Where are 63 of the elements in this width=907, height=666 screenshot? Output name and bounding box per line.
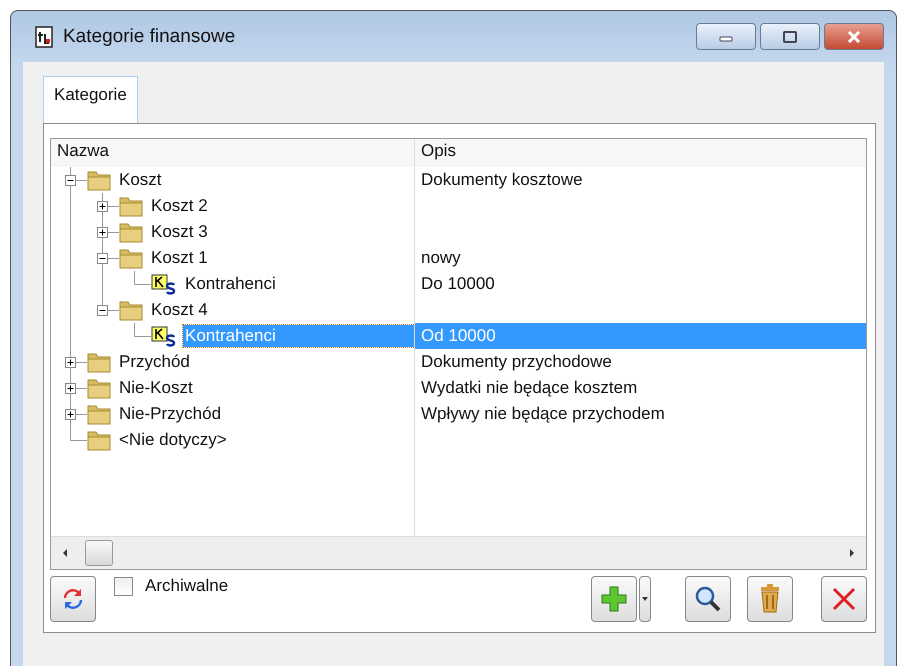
tree-item[interactable]: Koszt 2 xyxy=(149,195,210,217)
scroll-right-icon[interactable] xyxy=(848,548,856,558)
tree-item[interactable]: <Nie dotyczy> xyxy=(117,429,229,451)
dropdown-button[interactable] xyxy=(639,576,651,622)
trash-icon xyxy=(758,584,782,614)
expand-icon[interactable] xyxy=(65,409,76,420)
app-icon xyxy=(35,26,53,48)
folder-icon xyxy=(87,351,111,373)
expand-icon[interactable] xyxy=(65,357,76,368)
description-cell: Do 10000 xyxy=(421,274,495,294)
column-header[interactable]: Nazwa xyxy=(51,139,415,165)
folder-icon xyxy=(87,169,111,191)
expand-icon[interactable] xyxy=(97,201,108,212)
horizontal-scrollbar[interactable] xyxy=(51,536,866,569)
maximize-icon xyxy=(782,30,798,42)
column-header[interactable]: Opis xyxy=(415,139,866,165)
search-button[interactable] xyxy=(685,576,731,622)
folder-icon xyxy=(119,221,143,243)
plus-icon xyxy=(600,585,628,613)
description-cell: Od 10000 xyxy=(421,326,496,346)
description-cell: Dokumenty kosztowe xyxy=(421,170,583,190)
refresh-button[interactable] xyxy=(50,576,96,622)
checkbox-label[interactable]: Archiwalne xyxy=(145,576,228,596)
description-cell: nowy xyxy=(421,248,461,268)
window-title: Kategorie finansowe xyxy=(63,26,236,48)
contractor-icon xyxy=(151,325,177,347)
close-dialog-button[interactable] xyxy=(821,576,867,622)
minimize-button[interactable] xyxy=(696,23,756,50)
checkbox[interactable] xyxy=(114,576,133,596)
collapse-icon[interactable] xyxy=(65,175,76,186)
tree-item[interactable]: Koszt 4 xyxy=(149,299,210,321)
close-button[interactable] xyxy=(824,23,884,50)
close-icon xyxy=(846,30,862,42)
collapse-icon[interactable] xyxy=(97,305,108,316)
folder-icon xyxy=(87,403,111,425)
description-cell: Dokumenty przychodowe xyxy=(421,352,612,372)
contractor-icon xyxy=(151,273,177,295)
scrollbar-thumb[interactable] xyxy=(85,540,113,566)
tree-item[interactable]: Nie-Koszt xyxy=(117,377,195,399)
tree-item[interactable]: Koszt xyxy=(117,169,164,191)
close-icon xyxy=(831,586,857,612)
search-icon xyxy=(693,584,723,614)
expand-icon[interactable] xyxy=(65,383,76,394)
tab[interactable]: Kategorie xyxy=(43,76,138,123)
delete-button[interactable] xyxy=(747,576,793,622)
tree-item[interactable]: Przychód xyxy=(117,351,192,373)
tree-item[interactable]: Kontrahenci xyxy=(183,273,278,295)
add-button[interactable] xyxy=(591,576,637,622)
tree-item[interactable]: Koszt 1 xyxy=(149,247,210,269)
folder-icon xyxy=(87,429,111,451)
maximize-button[interactable] xyxy=(760,23,820,50)
description-cell: Wydatki nie będące kosztem xyxy=(421,378,638,398)
tree-item[interactable]: Koszt 3 xyxy=(149,221,210,243)
collapse-icon[interactable] xyxy=(97,253,108,264)
scroll-left-icon[interactable] xyxy=(61,548,69,558)
folder-icon xyxy=(119,195,143,217)
folder-icon xyxy=(119,247,143,269)
folder-icon xyxy=(87,377,111,399)
expand-icon[interactable] xyxy=(97,227,108,238)
folder-icon xyxy=(119,299,143,321)
caret-icon xyxy=(642,597,648,601)
description-cell: Wpływy nie będące przychodem xyxy=(421,404,665,424)
tree-item[interactable]: Nie-Przychód xyxy=(117,403,224,425)
